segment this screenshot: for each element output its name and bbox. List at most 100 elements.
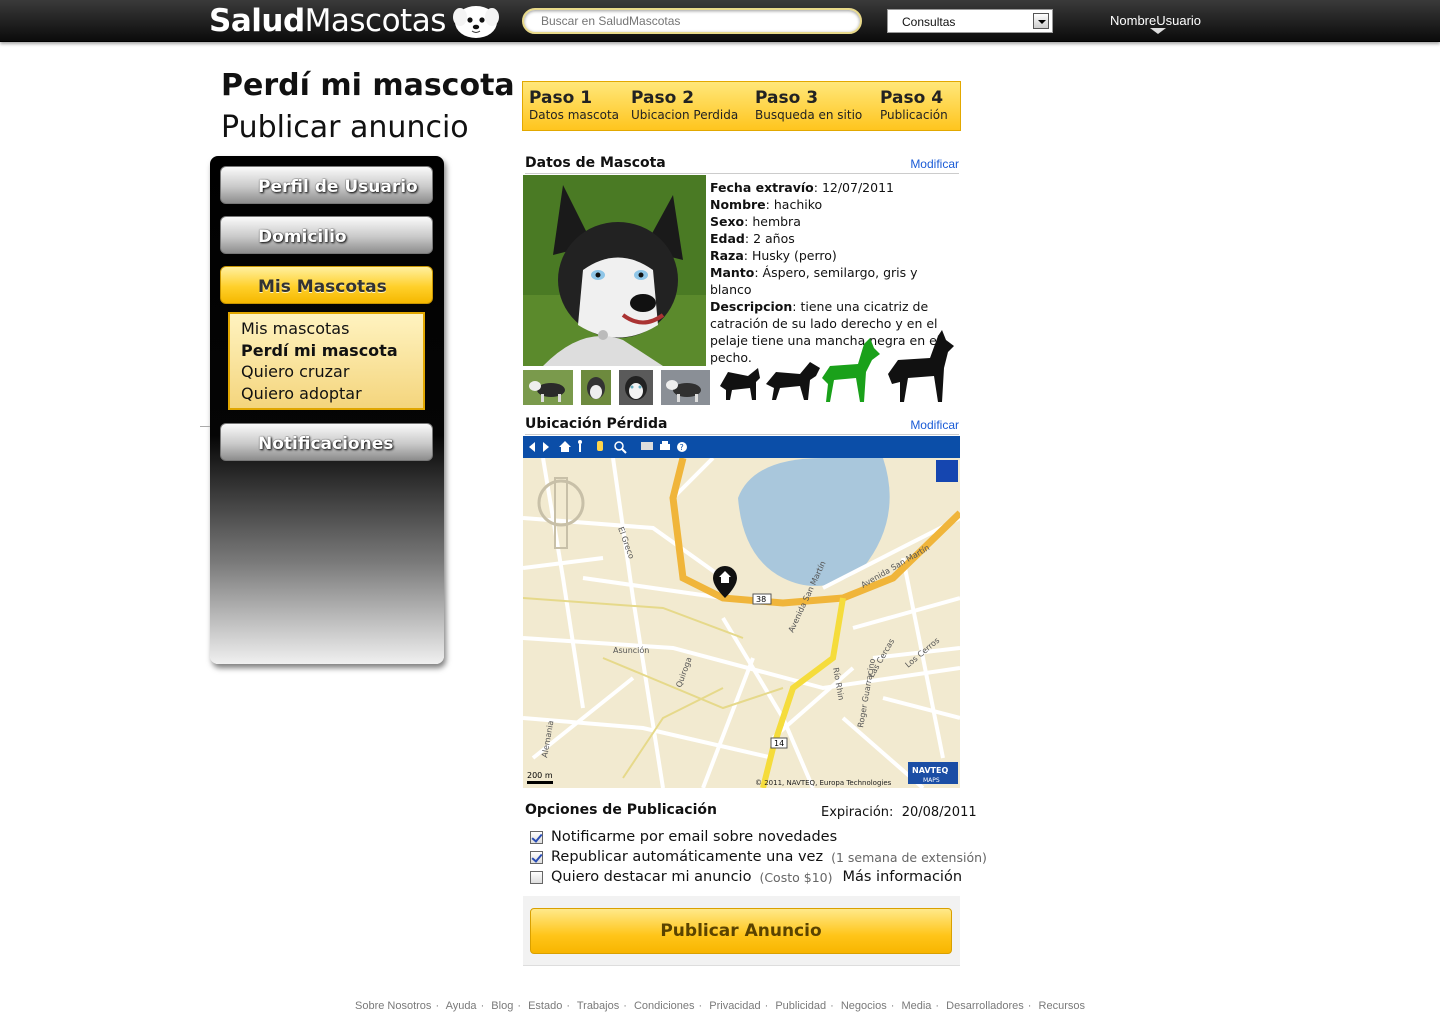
footer-separator: · [830, 1000, 834, 1012]
pet-field-value: Husky (perro) [751, 248, 837, 263]
category-select-value: Consultas [902, 15, 956, 29]
pet-section-title: Datos de Mascota [525, 155, 666, 171]
pet-field-label: Raza [710, 248, 744, 263]
help-icon[interactable]: ? [677, 442, 687, 452]
site-logo[interactable]: Salud Mascotas [209, 3, 500, 39]
footer-separator: · [566, 1000, 570, 1012]
arrow-right-icon[interactable] [543, 442, 549, 452]
footer-separator: · [764, 1000, 769, 1012]
hand-pan-icon[interactable] [597, 441, 603, 451]
step-2[interactable]: Paso 2 Ubicacion Perdida [625, 82, 749, 130]
svg-text:?: ? [680, 443, 684, 452]
dog-size-giant-icon[interactable] [888, 330, 954, 402]
footer-link[interactable]: Desarrolladores [946, 1000, 1024, 1012]
logo-text-bold: Salud [209, 3, 305, 39]
arrow-left-icon[interactable] [529, 442, 535, 452]
option-notify-email[interactable]: Notificarme por email sobre novedades [530, 829, 837, 845]
step-3[interactable]: Paso 3 Busqueda en sitio [749, 82, 874, 130]
pet-main-photo[interactable] [523, 175, 706, 366]
page-title: Perdí mi mascota [221, 68, 515, 103]
location-modify-link[interactable]: Modificar [910, 418, 959, 432]
highlight-checkbox[interactable] [530, 870, 543, 884]
footer-separator: · [890, 1000, 895, 1012]
street-label: Asunción [613, 645, 649, 655]
footer-link[interactable]: Estado [528, 1000, 562, 1012]
footer-link[interactable]: Blog [491, 1000, 513, 1012]
overview-toggle-icon[interactable] [936, 460, 958, 482]
sidebar-item-domicilio[interactable]: Domicilio [220, 216, 433, 254]
step-number: Paso 3 [755, 88, 819, 108]
pet-thumbnail[interactable] [661, 370, 710, 405]
footer-link[interactable]: Privacidad [709, 1000, 760, 1012]
step-label: Publicación [880, 108, 948, 122]
pet-thumbnail[interactable] [581, 370, 611, 405]
pet-field-value: 2 años [753, 231, 795, 246]
sidebar-item-perfil[interactable]: Perfil de Usuario [220, 166, 433, 204]
pet-field: Manto: Áspero, semilargo, gris y blanco [710, 265, 918, 297]
sidebar-item-notificaciones[interactable]: Notificaciones [220, 423, 433, 461]
footer-link[interactable]: Condiciones [634, 1000, 695, 1012]
pet-field: Sexo: hembra [710, 214, 801, 229]
map-view[interactable]: ? 38 14 Avenida San Martín Avenida San M… [523, 436, 960, 788]
submenu-item-quiero-cruzar[interactable]: Quiero cruzar [241, 361, 423, 383]
sidebar-item-mis-mascotas[interactable]: Mis Mascotas [220, 266, 433, 304]
pet-section-header: Datos de Mascota Modificar [525, 155, 959, 174]
footer: Sobre Nosotros · Ayuda · Blog · Estado · Tra… [0, 1000, 1440, 1012]
footer-link[interactable]: Recursos [1039, 1000, 1085, 1012]
republish-checkbox[interactable] [530, 850, 543, 864]
pet-field-label: Edad [710, 231, 745, 246]
more-info-link[interactable]: Más información [842, 869, 962, 885]
home-icon[interactable] [559, 441, 571, 452]
user-menu-caret-icon[interactable] [1150, 28, 1166, 34]
footer-link[interactable]: Ayuda [446, 1000, 477, 1012]
category-select[interactable]: Consultas [887, 9, 1053, 33]
pet-field-label: Fecha extravío [710, 180, 814, 195]
option-highlight[interactable]: Quiero destacar mi anuncio (Costo $10) M… [530, 869, 962, 885]
footer-link[interactable]: Negocios [841, 1000, 887, 1012]
divider [200, 426, 210, 427]
option-note: (1 semana de extensión) [831, 849, 987, 865]
footer-separator: · [517, 1000, 521, 1012]
pet-field-value: 12/07/2011 [821, 180, 894, 195]
search-input[interactable] [522, 8, 862, 34]
dog-size-large-icon[interactable] [822, 338, 880, 402]
footer-separator: · [480, 1000, 485, 1012]
submenu-item-perdi-mi-mascota[interactable]: Perdí mi mascota [241, 340, 423, 362]
option-republish[interactable]: Republicar automáticamente una vez (1 se… [530, 849, 987, 865]
pet-modify-link[interactable]: Modificar [910, 157, 959, 171]
pet-thumbnail[interactable] [523, 370, 573, 405]
step-number: Paso 1 [529, 88, 593, 108]
footer-link[interactable]: Sobre Nosotros [355, 1000, 431, 1012]
pegman-icon[interactable] [578, 440, 582, 452]
pet-thumbnail[interactable] [619, 370, 653, 405]
dog-size-medium-icon[interactable] [766, 362, 820, 400]
footer-link[interactable]: Trabajos [577, 1000, 619, 1012]
step-label: Ubicacion Perdida [631, 108, 739, 122]
pet-field: Nombre: hachiko [710, 197, 823, 212]
footer-link[interactable]: Publicidad [775, 1000, 826, 1012]
footer-link[interactable]: Media [901, 1000, 931, 1012]
map-copyright: © 2011, NAVTEQ, Europa Technologies [755, 779, 892, 787]
wizard-steps: Paso 1 Datos mascota Paso 2 Ubicacion Pe… [522, 81, 961, 131]
pet-field-label: Manto [710, 265, 755, 280]
pet-thumbnails [523, 370, 710, 405]
notify-email-checkbox[interactable] [530, 830, 543, 844]
publish-area: Publicar Anuncio [523, 896, 960, 966]
step-1[interactable]: Paso 1 Datos mascota [523, 82, 625, 130]
option-label: Republicar automáticamente una vez [551, 849, 824, 865]
submenu-item-mis-mascotas[interactable]: Mis mascotas [241, 318, 423, 340]
dog-size-small-icon[interactable] [720, 368, 760, 400]
submenu-item-quiero-adoptar[interactable]: Quiero adoptar [241, 383, 423, 405]
user-menu[interactable]: NombreUsuario [1110, 13, 1201, 28]
expiration-label: Expiración: [821, 805, 894, 820]
option-note: (Costo $10) [759, 869, 833, 885]
chevron-down-icon[interactable] [1033, 13, 1049, 29]
pet-field-label: Sexo [710, 214, 745, 229]
map-toolbar: ? [523, 436, 960, 458]
layers-icon[interactable] [641, 442, 653, 450]
top-navigation-bar: SaludMascotas Consultas NombreUsuario [0, 0, 1440, 42]
zoom-icon[interactable] [614, 441, 627, 454]
step-4[interactable]: Paso 4 Publicación [874, 82, 960, 130]
publish-button[interactable]: Publicar Anuncio [530, 908, 952, 954]
print-icon[interactable] [660, 441, 670, 450]
